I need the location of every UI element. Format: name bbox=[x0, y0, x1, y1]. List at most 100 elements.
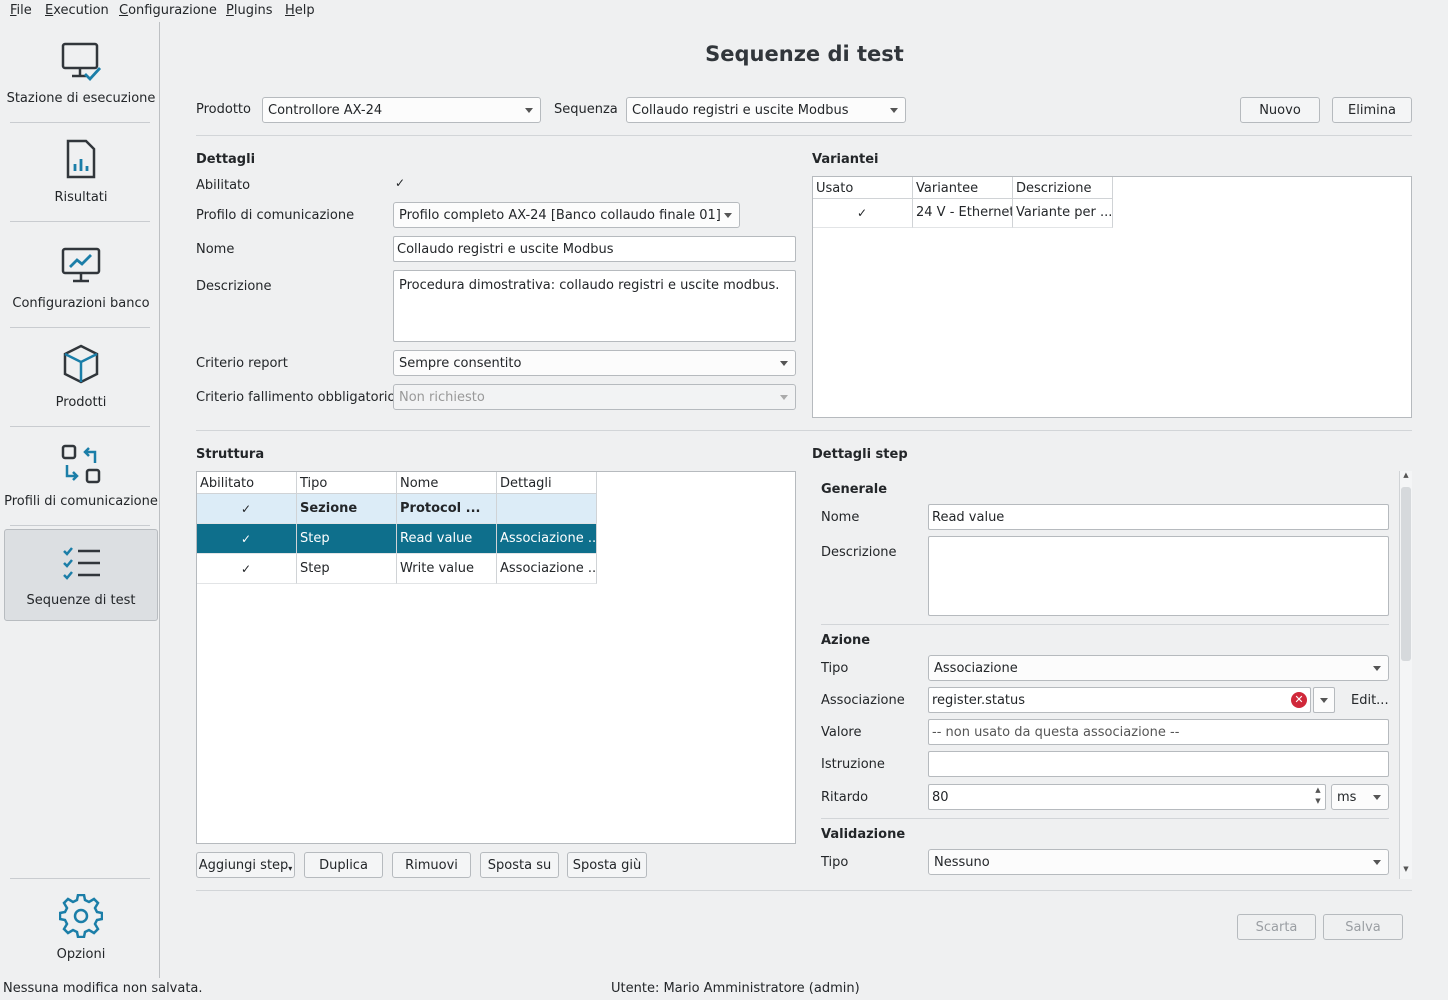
sidebar-item-profili[interactable]: Profili di comunicazione bbox=[4, 429, 158, 521]
sidebar-label: Stazione di esecuzione bbox=[6, 91, 156, 106]
status-user: Utente: Mario Amministratore (admin) bbox=[611, 981, 860, 996]
status-bar: Nessuna modifica non salvata. Utente: Ma… bbox=[0, 978, 1448, 1000]
enabled-checkbox[interactable]: ✓ bbox=[240, 503, 252, 515]
validazione-tipo-label: Tipo bbox=[821, 855, 849, 870]
prodotto-select[interactable]: Controllore AX-24 bbox=[262, 97, 541, 123]
variante-cell: 24 V - Ethernet bbox=[913, 199, 1013, 228]
abilitato-label: Abilitato bbox=[196, 178, 251, 193]
menu-execution[interactable]: Execution bbox=[45, 3, 109, 18]
cube-icon bbox=[63, 344, 99, 384]
descrizione-cell: Variante per ... bbox=[1013, 199, 1113, 228]
status-left: Nessuna modifica non salvata. bbox=[3, 981, 203, 996]
criterio-fallimento-label: Criterio fallimento obbligatorio bbox=[196, 390, 396, 405]
profilo-select[interactable]: Profilo completo AX-24 [Banco collaudo f… bbox=[393, 202, 740, 228]
descrizione-field[interactable]: Procedura dimostrativa: collaudo registr… bbox=[393, 270, 796, 342]
sidebar-item-configurazioni[interactable]: Configurazioni banco bbox=[4, 231, 158, 323]
scarta-button[interactable]: Scarta bbox=[1237, 914, 1316, 940]
menu-bar: File Execution Configurazione Plugins He… bbox=[0, 0, 1448, 22]
validazione-tipo-select[interactable]: Nessuno bbox=[928, 849, 1389, 875]
report-chart-icon bbox=[66, 139, 96, 179]
elimina-button[interactable]: Elimina bbox=[1332, 97, 1412, 123]
sidebar-item-risultati[interactable]: Risultati bbox=[4, 125, 158, 217]
varianti-title: Variantei bbox=[812, 152, 879, 167]
nuovo-button[interactable]: Nuovo bbox=[1240, 97, 1320, 123]
valore-label: Valore bbox=[821, 725, 862, 740]
salva-button[interactable]: Salva bbox=[1323, 914, 1403, 940]
monitor-chart-icon bbox=[61, 247, 101, 283]
criterio-report-label: Criterio report bbox=[196, 356, 288, 371]
step-descrizione-label: Descrizione bbox=[821, 545, 897, 560]
usato-cell[interactable]: ✓ bbox=[813, 199, 913, 228]
struttura-table: Abilitato Tipo Nome Dettagli ✓ Sezione P… bbox=[196, 471, 796, 844]
istruzione-field[interactable] bbox=[928, 751, 1389, 777]
sidebar-label: Prodotti bbox=[55, 395, 107, 410]
nome-label: Nome bbox=[196, 242, 235, 257]
abilitato-checkbox[interactable]: ✓ bbox=[394, 177, 406, 189]
sidebar-item-stazione[interactable]: Stazione di esecuzione bbox=[4, 26, 158, 118]
step-nome-field[interactable]: Read value bbox=[928, 504, 1389, 530]
dettagli-title: Dettagli bbox=[196, 152, 256, 167]
step-scrollbar[interactable]: ▲ ▼ bbox=[1399, 471, 1412, 879]
sequenza-label: Sequenza bbox=[554, 102, 618, 117]
page-title: Sequenze di test bbox=[705, 42, 904, 66]
edit-button[interactable]: Edit... bbox=[1351, 693, 1389, 708]
ritardo-field[interactable]: 80 bbox=[928, 784, 1326, 810]
ritardo-stepper[interactable]: ▲ ▼ bbox=[1311, 785, 1325, 809]
sidebar-label: Risultati bbox=[54, 190, 108, 205]
menu-configurazione[interactable]: Configurazione bbox=[119, 3, 217, 18]
col-header[interactable]: Usato bbox=[813, 177, 913, 199]
col-header[interactable]: Tipo bbox=[297, 472, 397, 494]
descrizione-label: Descrizione bbox=[196, 279, 272, 294]
aggiungi-step-button[interactable]: Aggiungi step▾ bbox=[196, 852, 295, 878]
col-header[interactable]: Descrizione bbox=[1013, 177, 1113, 199]
sidebar-label: Profili di comunicazione bbox=[4, 494, 158, 509]
step-descrizione-field[interactable] bbox=[928, 536, 1389, 616]
sidebar-label: Opzioni bbox=[56, 947, 106, 962]
sequenza-select[interactable]: Collaudo registri e uscite Modbus bbox=[626, 97, 906, 123]
col-header[interactable]: Dettagli bbox=[497, 472, 597, 494]
criterio-fallimento-select: Non richiesto bbox=[393, 384, 796, 410]
menu-help[interactable]: Help bbox=[285, 3, 315, 18]
rimuovi-button[interactable]: Rimuovi bbox=[392, 852, 471, 878]
sidebar-item-prodotti[interactable]: Prodotti bbox=[4, 330, 158, 422]
criterio-report-select[interactable]: Sempre consentito bbox=[393, 350, 796, 376]
sidebar-label: Sequenze di test bbox=[26, 593, 136, 608]
scroll-up-icon[interactable]: ▲ bbox=[1401, 471, 1411, 483]
azione-tipo-select[interactable]: Associazione bbox=[928, 655, 1389, 681]
valore-field[interactable]: -- non usato da questa associazione -- bbox=[928, 719, 1389, 745]
step-details-panel: Generale Nome Read value Descrizione Azi… bbox=[812, 471, 1412, 879]
associazione-dropdown-button[interactable] bbox=[1313, 687, 1335, 713]
dettagli-step-title: Dettagli step bbox=[812, 447, 908, 462]
scrollbar-thumb[interactable] bbox=[1401, 487, 1411, 661]
monitor-check-icon bbox=[61, 42, 102, 82]
azione-tipo-label: Tipo bbox=[821, 661, 849, 676]
generale-title: Generale bbox=[821, 482, 888, 497]
sposta-giu-button[interactable]: Sposta giù bbox=[567, 852, 647, 878]
azione-title: Azione bbox=[821, 633, 871, 648]
varianti-table: Usato Variantee Descrizione ✓ 24 V - Eth… bbox=[812, 176, 1412, 418]
ritardo-label: Ritardo bbox=[821, 790, 869, 805]
usato-checkbox[interactable]: ✓ bbox=[856, 207, 868, 219]
step-nome-label: Nome bbox=[821, 510, 860, 525]
sidebar-item-opzioni[interactable]: Opzioni bbox=[4, 882, 158, 974]
col-header[interactable]: Variantee bbox=[913, 177, 1013, 199]
sposta-su-button[interactable]: Sposta su bbox=[480, 852, 559, 878]
ritardo-unit-select[interactable]: ms bbox=[1331, 784, 1389, 810]
validazione-title: Validazione bbox=[821, 827, 906, 842]
menu-plugins[interactable]: Plugins bbox=[226, 3, 273, 18]
scroll-down-icon[interactable]: ▼ bbox=[1401, 865, 1411, 877]
sidebar-item-sequenze[interactable]: Sequenze di test bbox=[4, 529, 158, 621]
gear-icon bbox=[59, 894, 103, 938]
col-header[interactable]: Nome bbox=[397, 472, 497, 494]
clear-icon[interactable]: ✕ bbox=[1291, 692, 1307, 708]
col-header[interactable]: Abilitato bbox=[197, 472, 297, 494]
menu-file[interactable]: File bbox=[10, 3, 32, 18]
enabled-checkbox[interactable]: ✓ bbox=[240, 563, 252, 575]
associazione-field[interactable]: register.status bbox=[928, 687, 1311, 713]
struttura-title: Struttura bbox=[196, 447, 265, 462]
dropdown-indicator-icon: ▾ bbox=[288, 864, 293, 873]
enabled-checkbox[interactable]: ✓ bbox=[240, 533, 252, 545]
nome-field[interactable]: Collaudo registri e uscite Modbus bbox=[393, 236, 796, 262]
duplica-button[interactable]: Duplica bbox=[304, 852, 383, 878]
chevron-down-icon bbox=[1320, 698, 1328, 703]
